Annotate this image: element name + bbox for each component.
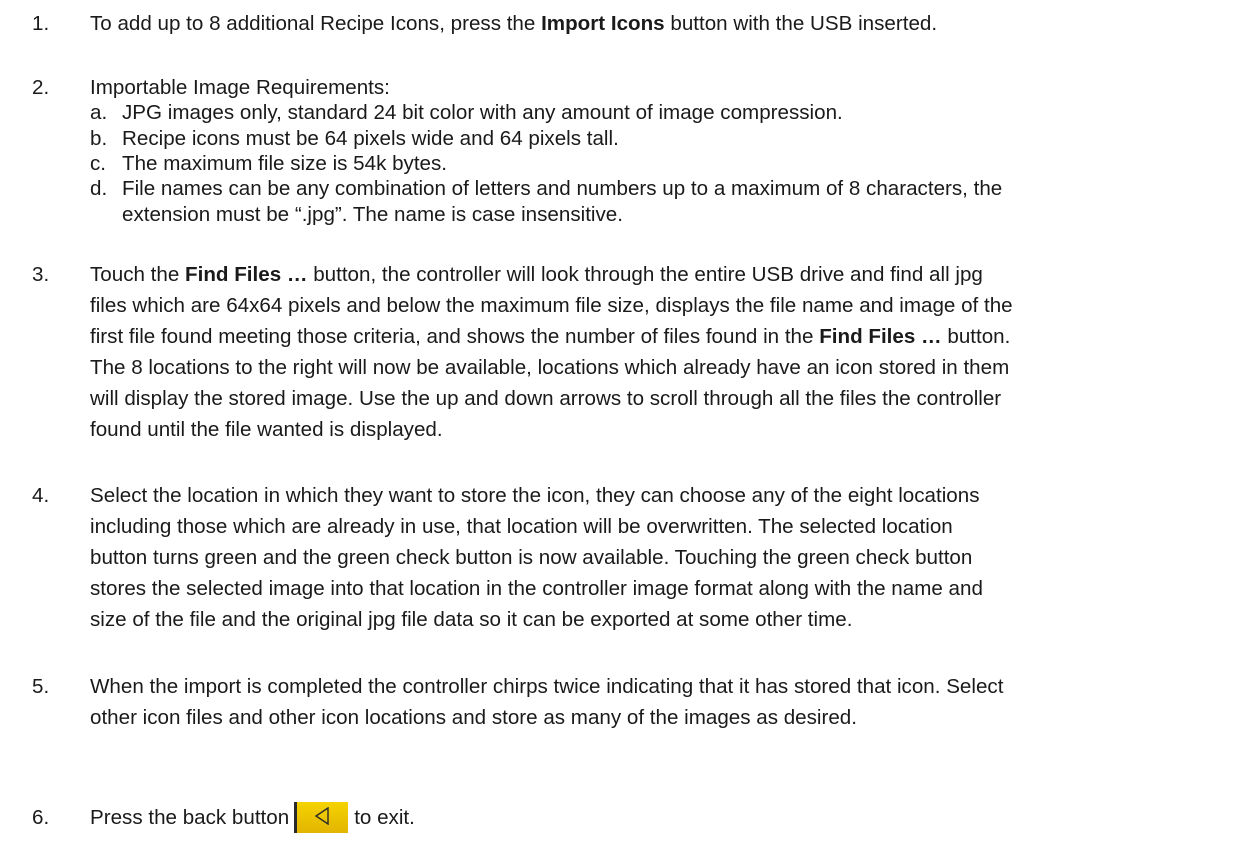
item-number: 3. [32, 263, 50, 286]
item-text: Touch the Find Files … button, the contr… [90, 263, 1013, 441]
item-text: To add up to 8 additional Recipe Icons, … [90, 12, 938, 35]
item-number: 2. [32, 76, 50, 99]
item-number: 1. [32, 12, 50, 35]
item-number: 4. [32, 484, 50, 507]
back-arrow-icon [314, 807, 329, 825]
item-text: Select the location in which they want t… [90, 484, 983, 631]
find-files-term: Find Files … [185, 263, 308, 286]
instruction-document: 1. To add up to 8 additional Recipe Icon… [0, 0, 1254, 855]
item-text: When the import is completed the control… [90, 675, 1004, 729]
item-number: 6. [32, 806, 50, 829]
back-button[interactable] [294, 802, 349, 833]
sub-item-letter: d. [90, 177, 108, 200]
import-icons-term: Import Icons [541, 12, 665, 35]
find-files-term: Find Files … [819, 325, 942, 348]
sub-item-text: extension must be “.jpg”. The name is ca… [122, 203, 623, 226]
item-number: 5. [32, 675, 50, 698]
item-text: Press the back button to exit. [90, 802, 415, 833]
